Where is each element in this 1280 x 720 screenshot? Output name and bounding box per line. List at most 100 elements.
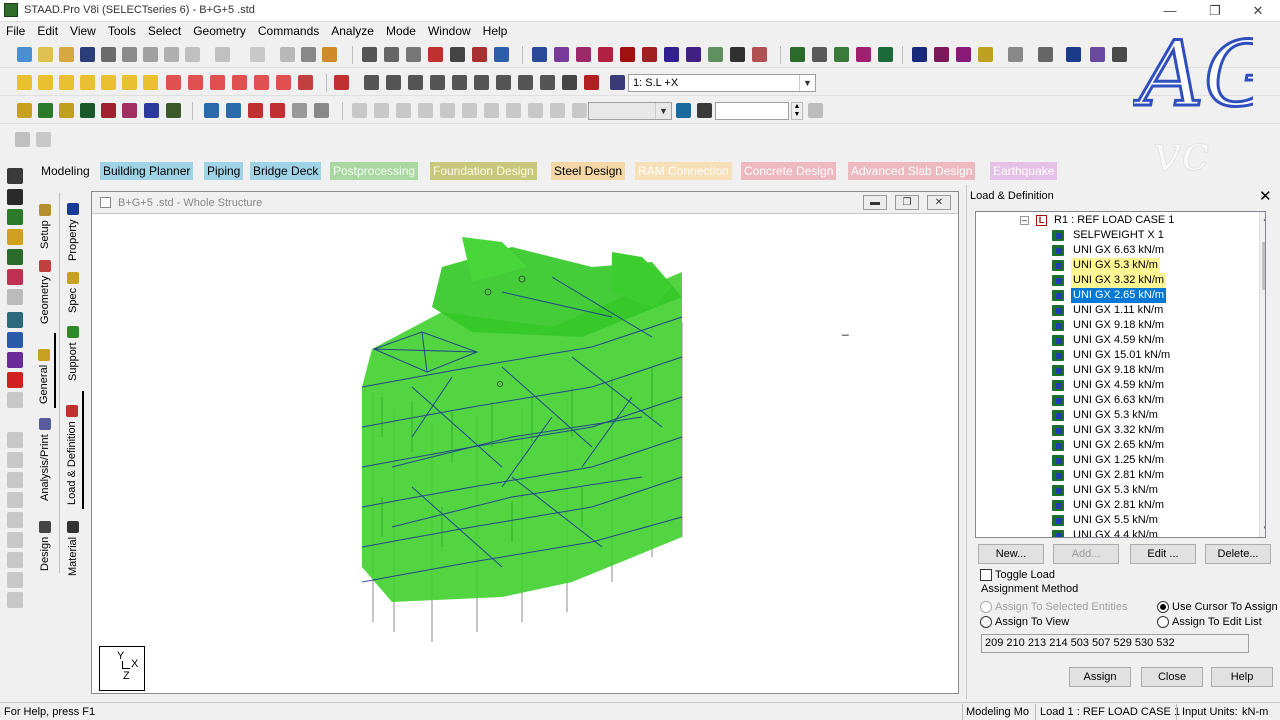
pan-icon[interactable] bbox=[540, 75, 555, 90]
surface-cursor-icon[interactable] bbox=[7, 269, 23, 285]
snap-node-icon[interactable] bbox=[7, 352, 23, 368]
display-window-icon[interactable] bbox=[334, 75, 349, 90]
zoom-dynamic-icon[interactable] bbox=[474, 75, 489, 90]
plate-icon[interactable] bbox=[878, 47, 893, 62]
menu-commands[interactable]: Commands bbox=[252, 22, 325, 40]
solid-cursor-icon[interactable] bbox=[7, 249, 23, 265]
crown-icon[interactable] bbox=[978, 47, 993, 62]
magnify-icon[interactable] bbox=[562, 75, 577, 90]
load-tree-item[interactable]: UNI GX 5.3 kN/m bbox=[976, 408, 1256, 423]
pencil-icon[interactable] bbox=[752, 47, 767, 62]
release-icon[interactable] bbox=[1112, 47, 1127, 62]
tab-building-planner[interactable]: Building Planner bbox=[100, 162, 194, 180]
grid-display-icon[interactable] bbox=[292, 103, 307, 118]
beam-numbers-icon[interactable] bbox=[226, 103, 241, 118]
view-left-icon[interactable] bbox=[80, 75, 95, 90]
structure-view-window[interactable]: B+G+5 .std - Whole Structure ▬ ❐ ✕ _ Y X… bbox=[91, 191, 959, 694]
tab-ram-connection[interactable]: RAM Connection bbox=[635, 162, 732, 180]
scroll-thumb[interactable] bbox=[1262, 242, 1265, 290]
node-query-icon[interactable] bbox=[554, 47, 569, 62]
select-nodes-icon[interactable] bbox=[17, 103, 32, 118]
select-surfaces-icon[interactable] bbox=[101, 103, 116, 118]
section-icon[interactable] bbox=[1008, 47, 1023, 62]
view-top-icon[interactable] bbox=[122, 75, 137, 90]
page-tab-general[interactable]: General bbox=[34, 333, 56, 408]
radio-edit-list[interactable] bbox=[1157, 616, 1169, 628]
menu-help[interactable]: Help bbox=[477, 22, 514, 40]
load-tree-item[interactable]: UNI GX 5.3 kN/m bbox=[976, 258, 1256, 273]
circular-repeat-icon[interactable] bbox=[7, 492, 23, 508]
select-all-icon[interactable] bbox=[144, 103, 159, 118]
zoom-in-icon[interactable] bbox=[408, 75, 423, 90]
renumber-icon[interactable] bbox=[7, 592, 23, 608]
tree-scrollbar[interactable]: ▲ ▼ bbox=[1259, 212, 1265, 537]
load-tree-item[interactable]: UNI GX 2.65 kN/m bbox=[976, 438, 1256, 453]
node-cursor-icon[interactable] bbox=[7, 189, 23, 205]
load-tree-item[interactable]: UNI GX 6.63 kN/m bbox=[976, 393, 1256, 408]
spin-right-icon[interactable] bbox=[276, 75, 291, 90]
load-tree-item[interactable]: UNI GX 1.25 kN/m bbox=[976, 453, 1256, 468]
zoom-box-icon[interactable] bbox=[518, 75, 533, 90]
structure-display-icon[interactable] bbox=[314, 103, 329, 118]
results-combo[interactable]: ▼ bbox=[588, 102, 672, 120]
history-icon[interactable] bbox=[250, 47, 265, 62]
load-tree-item[interactable]: SELFWEIGHT X 1 bbox=[976, 228, 1256, 243]
print-icon[interactable] bbox=[101, 47, 116, 62]
radio-use-cursor[interactable] bbox=[1157, 601, 1169, 613]
i-beam-icon[interactable] bbox=[1066, 47, 1081, 62]
node-numbers-icon[interactable] bbox=[204, 103, 219, 118]
wand-icon[interactable] bbox=[322, 47, 337, 62]
beam-cursor-icon[interactable] bbox=[7, 209, 23, 225]
add-load-button[interactable]: Add... bbox=[1053, 544, 1119, 564]
move-icon[interactable] bbox=[7, 392, 23, 408]
tab-foundation-design[interactable]: Foundation Design bbox=[430, 162, 537, 180]
new-file-icon[interactable] bbox=[17, 47, 32, 62]
load-tree-item[interactable]: UNI GX 5.5 kN/m bbox=[976, 513, 1256, 528]
tab-postprocessing[interactable]: Postprocessing bbox=[330, 162, 419, 180]
mirror-icon[interactable] bbox=[7, 452, 23, 468]
rotate-up-icon[interactable] bbox=[166, 75, 181, 90]
mark-icon[interactable] bbox=[301, 47, 316, 62]
report-icon[interactable] bbox=[406, 47, 421, 62]
tab-advanced-slab-design[interactable]: Advanced Slab Design bbox=[848, 162, 976, 180]
tab-earthquake[interactable]: Earthquake bbox=[990, 162, 1058, 180]
stress-icon[interactable] bbox=[528, 103, 543, 118]
dynamic-rotate-icon[interactable] bbox=[298, 75, 313, 90]
load-tree-item[interactable]: UNI GX 6.63 kN/m bbox=[976, 243, 1256, 258]
view-right-icon[interactable] bbox=[101, 75, 116, 90]
page-tab-setup[interactable]: Setup bbox=[34, 193, 56, 253]
tab-piping[interactable]: Piping bbox=[204, 162, 244, 180]
undo-icon[interactable] bbox=[185, 47, 200, 62]
page-tab-property[interactable]: Property bbox=[62, 193, 84, 265]
delete-load-button[interactable]: Delete... bbox=[1205, 544, 1271, 564]
chevron-down-icon[interactable]: ▼ bbox=[799, 75, 815, 91]
align-icon[interactable] bbox=[686, 47, 701, 62]
arch-icon[interactable] bbox=[912, 47, 927, 62]
loads-display-icon[interactable] bbox=[270, 103, 285, 118]
clipboard-icon[interactable] bbox=[280, 47, 295, 62]
page-tab-support[interactable]: Support bbox=[62, 323, 84, 385]
intersect-icon[interactable] bbox=[7, 572, 23, 588]
redo-icon[interactable] bbox=[215, 47, 230, 62]
menu-tools[interactable]: Tools bbox=[102, 22, 142, 40]
select-parallel-icon[interactable] bbox=[166, 103, 181, 118]
load-tree-item[interactable]: UNI GX 2.65 kN/m bbox=[976, 288, 1256, 303]
paste-icon[interactable] bbox=[143, 47, 158, 62]
zoom-all-icon[interactable] bbox=[364, 75, 379, 90]
deflection-icon[interactable] bbox=[374, 103, 389, 118]
span-icon[interactable] bbox=[664, 47, 679, 62]
menu-select[interactable]: Select bbox=[142, 22, 187, 40]
load-tree-item[interactable]: UNI GX 9.18 kN/m bbox=[976, 363, 1256, 378]
mx-icon[interactable] bbox=[462, 103, 477, 118]
apply-scale-icon[interactable] bbox=[808, 103, 823, 118]
camera-icon[interactable] bbox=[450, 47, 465, 62]
animate-icon[interactable] bbox=[572, 103, 587, 118]
menu-analyze[interactable]: Analyze bbox=[325, 22, 380, 40]
scale-icon[interactable] bbox=[676, 103, 691, 118]
rotate-left-icon[interactable] bbox=[210, 75, 225, 90]
label-icon[interactable] bbox=[248, 103, 263, 118]
grid-icon[interactable] bbox=[812, 47, 827, 62]
contour-icon[interactable] bbox=[550, 103, 565, 118]
distance-icon[interactable] bbox=[598, 47, 613, 62]
view-back-icon[interactable] bbox=[59, 75, 74, 90]
